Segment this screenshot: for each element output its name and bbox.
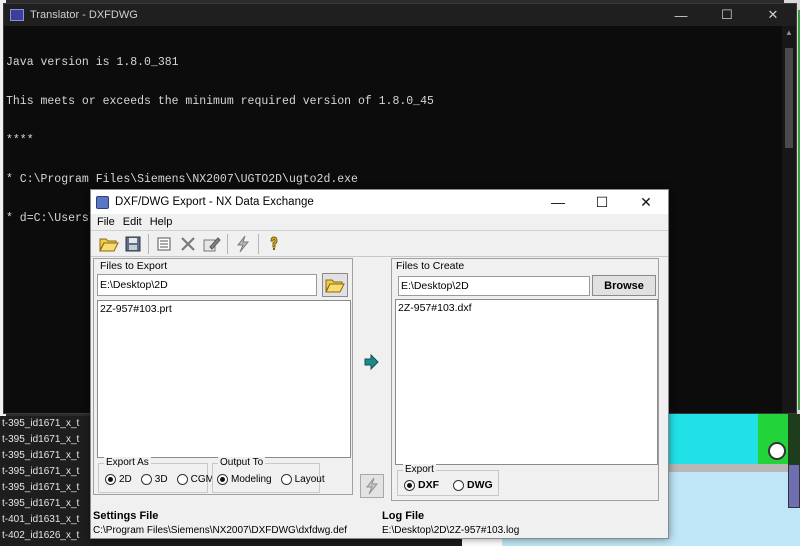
create-file-list[interactable]: 2Z-957#103.dxf: [395, 299, 658, 465]
console-line: Java version is 1.8.0_381: [6, 56, 179, 69]
radio-icon: [105, 474, 116, 485]
toolbar-separator: [258, 233, 259, 254]
console-maximize-button[interactable]: ☐: [704, 4, 750, 26]
scroll-up-icon[interactable]: ▲: [785, 29, 793, 37]
export-dxf-option[interactable]: DXF: [404, 479, 439, 491]
toolbar-separator: [227, 233, 228, 254]
export-as-3d-option[interactable]: 3D: [140, 474, 168, 485]
list-item[interactable]: t-401_id1631_x_t: [0, 512, 90, 528]
help-icon: [270, 235, 278, 250]
console-app-icon: [10, 9, 24, 21]
radio-icon: [453, 479, 464, 491]
export-format-options: DXF DWG: [404, 479, 498, 491]
save-button[interactable]: [121, 233, 145, 255]
settings-file-label: Settings File: [93, 510, 159, 522]
dialog-minimize-button[interactable]: —: [536, 190, 580, 214]
dialog-app-icon: [96, 195, 109, 209]
list-item[interactable]: t-395_id1671_x_t: [0, 480, 90, 496]
console-title-bar[interactable]: Translator - DXFDWG — ☐ ✕: [4, 4, 796, 26]
delete-button[interactable]: [176, 233, 200, 255]
radio-icon: [280, 474, 292, 485]
dxf-dwg-export-dialog: DXF/DWG Export - NX Data Exchange — ☐ ✕ …: [90, 189, 669, 539]
output-to-modeling-option[interactable]: Modeling: [217, 474, 272, 485]
export-format-label: Export: [403, 464, 436, 475]
list-button[interactable]: [152, 233, 176, 255]
radio-icon: [176, 474, 188, 485]
export-path-input[interactable]: E:\Desktop\2D: [97, 274, 317, 296]
toolbar-separator: [148, 233, 149, 254]
console-title: Translator - DXFDWG: [30, 9, 138, 21]
create-path-input[interactable]: E:\Desktop\2D: [398, 276, 590, 296]
radio-icon: [140, 474, 152, 485]
output-to-label: Output To: [218, 457, 266, 468]
export-file-list[interactable]: 2Z-957#103.prt: [97, 300, 351, 458]
output-to-group: Output To Modeling Layout: [212, 457, 325, 493]
log-file-path: E:\Desktop\2D\2Z-957#103.log: [382, 525, 520, 536]
lightning-icon: [365, 477, 379, 495]
dialog-title-bar[interactable]: DXF/DWG Export - NX Data Exchange — ☐ ✕: [91, 190, 668, 214]
toolbar: [91, 230, 668, 257]
export-format-group: Export DXF DWG: [397, 464, 499, 496]
run-button[interactable]: [231, 233, 255, 255]
open-folder-icon: [325, 279, 345, 293]
console-scroll-thumb[interactable]: [785, 48, 793, 148]
export-dwg-option[interactable]: DWG: [453, 479, 493, 491]
translate-run-button[interactable]: [360, 474, 384, 498]
console-line: ****: [6, 134, 34, 147]
export-as-2d-option[interactable]: 2D: [105, 474, 132, 485]
list-item[interactable]: t-395_id1671_x_t: [0, 432, 90, 448]
save-icon: [125, 236, 141, 251]
lightning-icon: [236, 235, 250, 252]
output-to-layout-option[interactable]: Layout: [280, 474, 325, 485]
menu-bar: File Edit Help: [91, 214, 668, 230]
menu-edit[interactable]: Edit: [119, 216, 146, 228]
background-file-list: t-395_id1671_x_t t-395_id1671_x_t t-395_…: [0, 416, 90, 546]
export-as-group: Export As 2D 3D CGM: [98, 457, 214, 493]
list-item[interactable]: t-395_id1671_x_t: [0, 464, 90, 480]
output-to-options: Modeling Layout: [217, 474, 330, 485]
export-as-label: Export As: [104, 457, 151, 468]
list-item[interactable]: 2Z-957#103.prt: [100, 303, 348, 315]
radio-icon: [404, 479, 415, 491]
export-as-options: 2D 3D CGM: [105, 474, 219, 485]
dialog-maximize-button[interactable]: ☐: [580, 190, 624, 214]
log-file-label: Log File: [382, 510, 425, 522]
radio-icon: [217, 474, 228, 485]
open-folder-button[interactable]: [97, 233, 121, 255]
background-taskbar: [90, 538, 462, 546]
browse-button[interactable]: Browse: [592, 275, 656, 296]
export-as-cgm-option[interactable]: CGM: [176, 474, 214, 485]
export-browse-button[interactable]: [322, 273, 348, 297]
edit-icon: [203, 236, 221, 251]
list-item[interactable]: t-395_id1671_x_t: [0, 448, 90, 464]
list-icon: [157, 237, 171, 250]
transfer-arrow-icon: [363, 353, 379, 371]
files-to-export-title: Files to Export: [100, 260, 168, 272]
dialog-title: DXF/DWG Export - NX Data Exchange: [115, 196, 314, 208]
console-close-button[interactable]: ✕: [750, 4, 796, 26]
list-item[interactable]: t-402_id1626_x_t: [0, 528, 90, 544]
dialog-close-button[interactable]: ✕: [624, 190, 668, 214]
cad-knob-icon: [768, 442, 786, 460]
edit-button[interactable]: [200, 233, 224, 255]
console-minimize-button[interactable]: —: [658, 4, 704, 26]
list-item[interactable]: t-395_id1671_x_t: [0, 496, 90, 512]
list-item[interactable]: 2Z-957#103.dxf: [398, 302, 655, 314]
open-folder-icon: [99, 238, 119, 252]
delete-icon: [181, 236, 195, 251]
files-to-create-title: Files to Create: [396, 260, 465, 272]
settings-file-path: C:\Program Files\Siemens\NX2007\DXFDWG\d…: [93, 525, 347, 536]
menu-file[interactable]: File: [93, 216, 119, 228]
menu-help[interactable]: Help: [146, 216, 177, 228]
console-line: * C:\Program Files\Siemens\NX2007\UGTO2D…: [6, 173, 358, 186]
help-button[interactable]: [262, 233, 286, 255]
console-scrollbar[interactable]: ▲: [782, 26, 796, 413]
console-line: This meets or exceeds the minimum requir…: [6, 95, 434, 108]
list-item[interactable]: t-395_id1671_x_t: [0, 416, 90, 432]
